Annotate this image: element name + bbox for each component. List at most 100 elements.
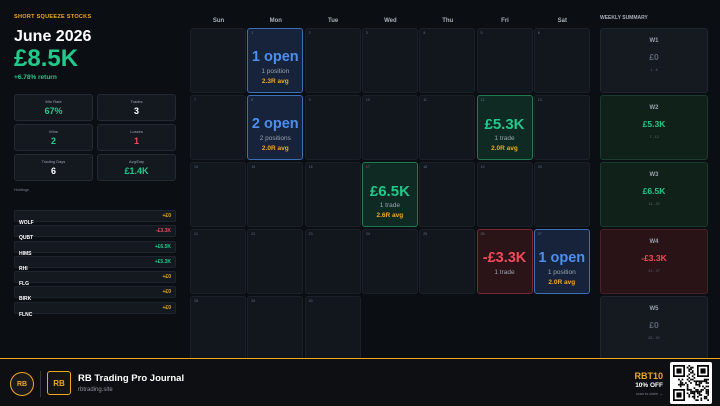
divider (40, 371, 41, 397)
calendar-day[interactable]: 27 1 open 1 position 2.0R avg (533, 229, 590, 294)
holding-row[interactable]: BIRK +£0 (14, 286, 176, 302)
week-label: W3 (649, 172, 659, 178)
stat-card: Trading Days 6 (14, 154, 93, 181)
day-number: 13 (537, 98, 542, 102)
day-number: 27 (537, 232, 542, 236)
day-number: 30 (308, 299, 313, 303)
day-number: 19 (480, 165, 485, 169)
day-number: 26 (480, 232, 485, 236)
day-value: -£3.3K (482, 250, 527, 266)
calendar-day[interactable]: 13 (533, 95, 590, 160)
day-number: 15 (251, 165, 256, 169)
promo-block: RBT10 10% OFF scan to claim → (634, 371, 663, 398)
day-number: 16 (308, 165, 313, 169)
stats-grid: Win Rate 67% Trades 3 Wins 2 Losses 1 Trading Da… (14, 94, 176, 181)
stat-card: Win Rate 67% (14, 94, 93, 121)
brand-name: RB Trading Pro Journal (78, 373, 185, 384)
calendar-day[interactable]: 8 2 open 2 positions 2.0R avg (247, 95, 304, 160)
calendar-day[interactable]: 23 (304, 229, 361, 294)
calendar-day[interactable]: 28 (190, 296, 246, 361)
holding-row[interactable]: FLNC +£0 (14, 301, 176, 318)
holding-row[interactable]: HIMS +£6.5K (14, 240, 176, 257)
stat-value: 6 (50, 166, 56, 176)
calendar-day[interactable]: 15 (247, 162, 304, 227)
week-card[interactable]: W4 -£3.3K 21 - 27 (600, 229, 708, 294)
calendar-day[interactable]: 30 (304, 296, 361, 361)
week-label: W1 (649, 38, 659, 44)
footer-banner: RB RB RB Trading Pro Journal rbtrading.s… (0, 358, 720, 406)
calendar-day[interactable]: 2 (304, 28, 361, 93)
holding-row[interactable]: FLG +£0 (14, 271, 176, 287)
holding-row[interactable]: RHI +£5.3K (14, 255, 176, 272)
day-number: 17 (365, 165, 370, 169)
calendar-day[interactable]: 17 £6.5K 1 trade 2.6R avg (361, 162, 418, 227)
calendar-day[interactable]: 16 (304, 162, 361, 227)
calendar-day[interactable]: 25 (419, 229, 476, 294)
calendar-day[interactable]: 5 (476, 28, 533, 93)
brand-site-link[interactable]: rbtrading.site (78, 387, 113, 393)
holding-pnl: +£6.5K (154, 243, 171, 250)
holding-pnl: +£0 (162, 274, 171, 281)
calendar-day[interactable]: 11 (419, 95, 476, 160)
week-card[interactable]: W3 £6.5K 14 - 20 (600, 162, 708, 227)
calendar-day[interactable]: 1 1 open 1 position 2.3R avg (247, 28, 304, 93)
calendar-day[interactable]: 21 (190, 229, 246, 294)
day-count: 1 position (547, 269, 576, 276)
day-avg: 2.0R avg (491, 145, 518, 152)
weekday-header: Thu (442, 18, 454, 24)
brand-logo: RB (47, 371, 71, 395)
calendar-day[interactable]: 20 (533, 162, 590, 227)
calendar-day[interactable]: 24 (361, 229, 418, 294)
holding-row[interactable]: QUBT -£3.3K (14, 225, 176, 241)
stat-value: 2 (50, 136, 56, 146)
calendar-day[interactable]: 10 (361, 95, 418, 160)
app-label: SHORT SQUEEZE STOCKS (14, 14, 92, 20)
calendar-day[interactable]: 22 (247, 229, 304, 294)
calendar-day[interactable]: 26 -£3.3K 1 trade (476, 229, 533, 294)
week-value: £6.5K (642, 186, 666, 196)
calendar-day[interactable]: 6 (533, 28, 590, 93)
week-card[interactable]: W2 £5.3K 7 - 13 (600, 95, 708, 160)
stat-value: 67% (44, 106, 63, 116)
calendar-day[interactable]: 19 (476, 162, 533, 227)
day-avg: 2.6R avg (376, 212, 404, 219)
month-title: June 2026 (14, 28, 92, 45)
week-range: 28 - 30 (648, 336, 660, 340)
day-number: 24 (365, 232, 370, 236)
week-card[interactable]: W1 £0 1 - 6 (600, 28, 708, 93)
calendar-day[interactable]: 9 (304, 95, 361, 160)
week-range: 14 - 20 (648, 202, 660, 206)
stat-card: Losses 1 (97, 124, 176, 151)
day-number: 5 (480, 31, 483, 35)
holding-row[interactable]: WOLF +£0 (14, 210, 176, 226)
weekly-summary-title: WEEKLY SUMMARY (600, 15, 648, 21)
holding-pnl: -£3.3K (155, 228, 171, 235)
calendar-day[interactable]: 7 (190, 95, 246, 160)
week-value: -£3.3K (641, 253, 667, 263)
calendar-day[interactable]: 4 (419, 28, 476, 93)
calendar-day[interactable]: 29 (247, 296, 304, 361)
calendar-day[interactable]: 12 £5.3K 1 trade 2.0R avg (476, 95, 533, 160)
calendar-day[interactable] (190, 28, 246, 93)
day-number: 9 (308, 98, 311, 102)
day-number: 29 (251, 299, 256, 303)
day-number: 22 (251, 232, 256, 236)
calendar-day[interactable]: 3 (361, 28, 418, 93)
holdings-title: Holdings (14, 188, 29, 192)
day-number: 20 (537, 165, 542, 169)
day-count: 2 positions (259, 135, 291, 142)
holdings-list: WOLF +£0 QUBT -£3.3K HIMS +£6.5K RHI +£5.3K FLG +… (14, 210, 176, 318)
holding-ticker: FLNC (19, 311, 33, 318)
weekday-header: Sat (557, 18, 567, 24)
stat-value: 1 (133, 136, 139, 146)
day-number: 21 (194, 232, 198, 236)
day-count: 1 trade (379, 202, 401, 209)
holding-pnl: +£5.3K (154, 258, 171, 265)
stat-value: £1.4K (124, 166, 149, 176)
week-card[interactable]: W5 £0 28 - 30 (600, 296, 708, 361)
calendar-day[interactable]: 18 (419, 162, 476, 227)
day-number: 11 (423, 98, 427, 102)
qr-code-icon[interactable] (670, 362, 712, 404)
calendar-day[interactable]: 14 (190, 162, 246, 227)
holding-pnl: +£0 (162, 213, 171, 219)
